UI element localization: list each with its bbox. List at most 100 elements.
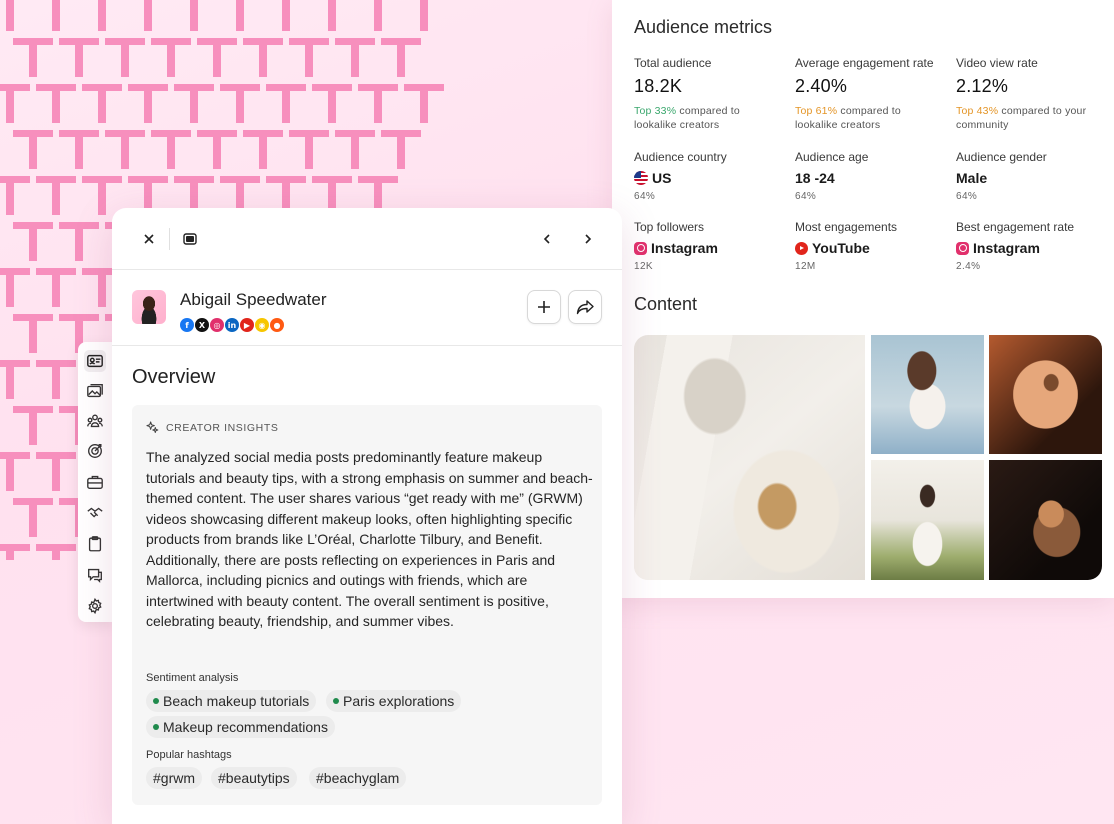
hashtag-chip[interactable]: #beachyglam [309, 767, 407, 789]
metric-best-engagement-rate: Best engagement rate Instagram 2.4% [956, 220, 1106, 272]
metric-highlight: Top 43% [956, 105, 999, 117]
share-button[interactable] [568, 290, 602, 324]
insights-heading-label: CREATOR INSIGHTS [166, 421, 279, 434]
t-shape [220, 84, 260, 123]
creator-insights-card: CREATOR INSIGHTS The analyzed social med… [132, 405, 602, 805]
beauty-products-photo[interactable] [634, 335, 865, 580]
snapchat-icon[interactable]: ◉ [255, 318, 269, 332]
insights-summary: The analyzed social media posts predomin… [146, 449, 593, 629]
toolbar-divider [169, 228, 170, 250]
metric-value: 2.40% [795, 76, 848, 96]
serum-dropper-photo[interactable] [989, 460, 1102, 580]
metric-label: Most engagements [795, 220, 898, 234]
metric-label: Audience country [634, 150, 727, 164]
youtube-icon[interactable]: ▶ [240, 318, 254, 332]
messages-icon[interactable] [84, 564, 106, 586]
metric-label: Total audience [634, 56, 712, 70]
sentiment-label: Beach makeup tutorials [163, 693, 310, 709]
t-shape [335, 38, 375, 77]
face-closeup-photo[interactable] [989, 335, 1102, 454]
facebook-icon[interactable]: f [180, 318, 194, 332]
share-forward-icon [576, 300, 594, 315]
t-shape [358, 84, 398, 123]
metric-compare: Top 43% compared to your community [956, 104, 1106, 132]
t-shape [13, 130, 53, 169]
x-icon[interactable]: X [195, 318, 209, 332]
youtube-icon [795, 241, 808, 255]
t-shape [0, 544, 30, 560]
metric-value: 18.2K [634, 76, 683, 96]
t-shape [0, 360, 30, 399]
audience-icon[interactable] [84, 410, 106, 432]
metric-sub: 12M [795, 261, 816, 272]
t-shape [13, 38, 53, 77]
next-button[interactable] [577, 228, 599, 250]
reddit-icon[interactable]: ● [270, 318, 284, 332]
metric-label: Video view rate [956, 56, 1038, 70]
target-icon[interactable] [84, 440, 106, 462]
add-button[interactable] [527, 290, 561, 324]
t-shape [36, 84, 76, 123]
instagram-icon[interactable]: ◎ [210, 318, 224, 332]
insights-heading: CREATOR INSIGHTS [146, 421, 278, 434]
metric-label: Average engagement rate [795, 56, 934, 70]
handshake-icon[interactable] [84, 502, 106, 524]
selfie-photo[interactable] [871, 335, 984, 454]
sentiment-chip: Makeup recommendations [146, 716, 335, 738]
metric-highlight: Top 33% [634, 105, 677, 117]
sentiment-heading: Sentiment analysis [146, 672, 239, 684]
avatar[interactable] [132, 290, 166, 324]
metric-audience-gender: Audience gender Male 64% [956, 150, 1106, 202]
clipboard-icon[interactable] [84, 533, 106, 555]
gallery-icon[interactable] [84, 380, 106, 402]
hashtag-chip[interactable]: #grwm [146, 767, 203, 789]
t-shape [36, 176, 76, 215]
metric-audience-age: Audience age 18 -24 64% [795, 150, 945, 202]
metric-video-view-rate: Video view rate 2.12% Top 43% compared t… [956, 56, 1106, 132]
t-shape [128, 84, 168, 123]
outfit-photo[interactable] [871, 460, 984, 580]
t-shape [243, 130, 283, 169]
t-shape [0, 268, 30, 307]
t-shape [82, 84, 122, 123]
briefcase-icon[interactable] [84, 471, 106, 493]
t-shape [190, 0, 198, 31]
t-shape [151, 38, 191, 77]
metric-value-row: US [634, 170, 784, 186]
t-shape [236, 0, 244, 31]
close-button[interactable] [138, 228, 160, 250]
hashtag-chip[interactable]: #beautytips [211, 767, 297, 789]
metric-sub: 64% [634, 191, 656, 202]
metric-value: Instagram [651, 240, 718, 256]
metric-value: Male [956, 170, 988, 186]
t-shape [151, 130, 191, 169]
creator-profile-header: Abigail Speedwater f X ◎ in ▶ ◉ ● [112, 270, 622, 346]
previous-button[interactable] [536, 228, 558, 250]
metric-sub: 64% [795, 191, 817, 202]
t-shape [374, 0, 382, 31]
t-shape [13, 406, 53, 445]
social-links: f X ◎ in ▶ ◉ ● [180, 318, 284, 332]
t-shape [59, 222, 99, 261]
metric-label: Top followers [634, 220, 705, 234]
metric-most-engagements: Most engagements YouTube 12M [795, 220, 945, 272]
profile-card-icon[interactable] [84, 350, 106, 372]
settings-gear-icon[interactable] [84, 595, 106, 617]
instagram-icon [634, 241, 647, 255]
t-shape [52, 0, 60, 31]
t-shape [36, 268, 76, 307]
t-shape [289, 38, 329, 77]
t-shape [36, 544, 76, 560]
t-shape [0, 84, 30, 123]
metric-value: Instagram [973, 240, 1040, 256]
t-shape [59, 130, 99, 169]
t-shape [105, 38, 145, 77]
content-title: Content [634, 294, 698, 314]
content-gallery [634, 335, 1102, 580]
linkedin-icon[interactable]: in [225, 318, 239, 332]
t-shape [59, 38, 99, 77]
expand-button[interactable] [179, 228, 201, 250]
metric-sub: 2.4% [956, 261, 981, 272]
audience-metrics-title: Audience metrics [634, 17, 773, 37]
sentiment-dot-icon [153, 724, 159, 730]
